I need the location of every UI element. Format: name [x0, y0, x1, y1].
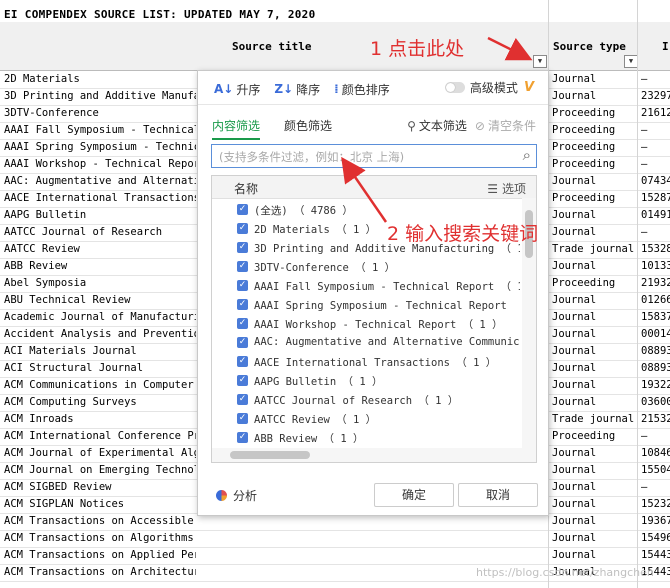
arrow-to-filter-button	[487, 36, 533, 61]
arrow-to-search-box	[341, 156, 388, 223]
annotation-step2: 2 输入搜索关键词	[387, 223, 539, 245]
watermark: https://blog.csdn.net/zhangchen	[476, 566, 654, 579]
annotation-arrows	[341, 36, 533, 223]
